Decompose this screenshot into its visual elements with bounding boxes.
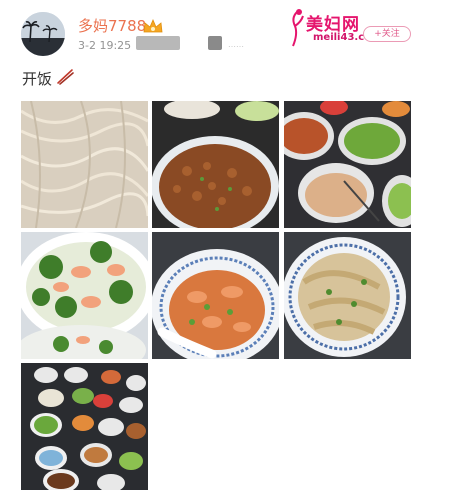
photo-minced-meat-sauce[interactable]: [152, 101, 279, 228]
crown-badge-icon: [143, 18, 163, 33]
photo-table-overview[interactable]: [21, 363, 148, 490]
follow-button[interactable]: +关注: [363, 26, 411, 42]
photo-plain-noodles[interactable]: [21, 101, 148, 228]
blurred-meta: [136, 36, 180, 50]
photo-condiment-bowls[interactable]: [284, 101, 411, 228]
post-text: 开饭: [22, 70, 53, 88]
post-time: 3-2 19:25: [78, 39, 132, 52]
blurred-meta-icon: [208, 36, 222, 50]
avatar[interactable]: [21, 12, 65, 56]
blurred-meta-text: ……: [228, 40, 244, 49]
photo-stirfried-noodles[interactable]: [284, 232, 411, 359]
photo-shrimp-stirfry[interactable]: [152, 232, 279, 359]
username[interactable]: 多妈7788: [78, 15, 146, 36]
photo-shrimp-broccoli[interactable]: [21, 232, 148, 359]
chopsticks-icon: [57, 69, 74, 85]
